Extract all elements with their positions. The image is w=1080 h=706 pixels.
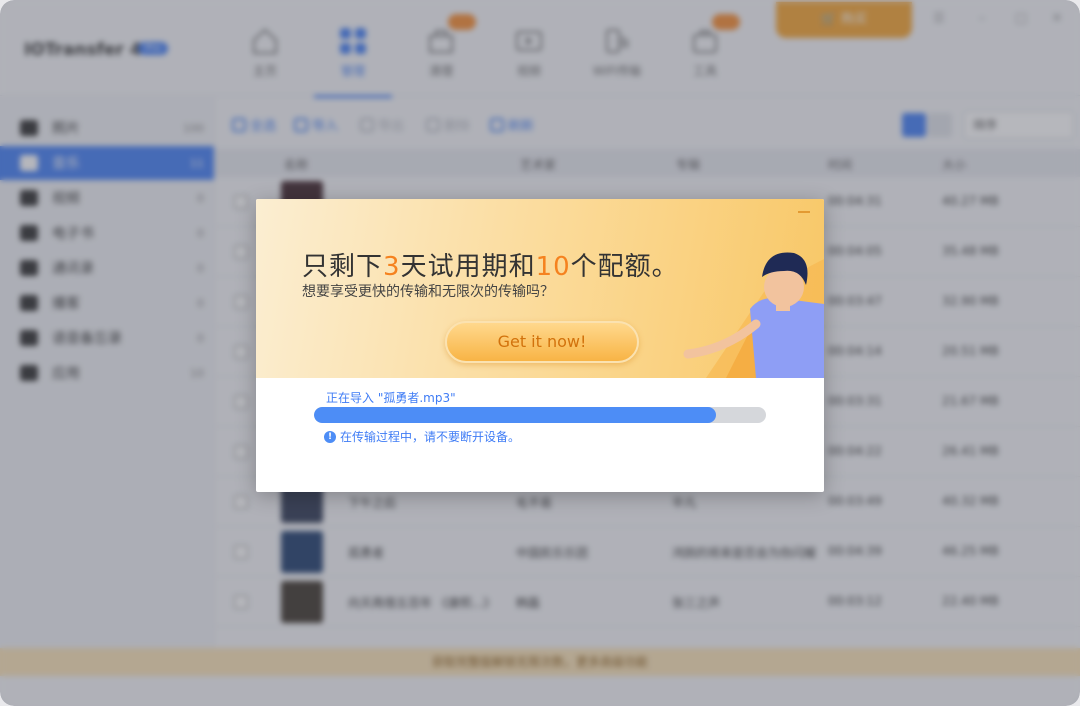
info-icon: ! [324,430,336,443]
get-it-now-button[interactable]: Get it now! [445,321,639,363]
promo-subtitle: 想要享受更快的传输和无限次的传输吗？ [302,284,554,300]
quota-count: 10 [535,252,571,282]
progress-bar [314,407,766,423]
promo-title: 只剩下3天试用期和10个配额。 [302,246,679,283]
promo-title-text: 天试用期和 [400,252,536,282]
transfer-dialog: 只剩下3天试用期和10个配额。 想要享受更快的传输和无限次的传输吗？ Get i… [256,199,824,492]
progress-fill [314,407,717,423]
minimize-icon[interactable] [798,211,810,213]
trial-days-count: 3 [383,252,401,282]
app-window: IOTransfer 4 Pro 主页 管理 清理 视频 WiFi传输 工具 🛒… [0,0,1080,706]
trial-promo-banner: 只剩下3天试用期和10个配额。 想要享受更快的传输和无限次的传输吗？ Get i… [256,199,824,378]
promo-title-text: 个配额。 [570,252,679,282]
warning-text: 在传输过程中，请不要断开设备。 [340,430,521,444]
progress-label: 正在导入 "孤勇者.mp3" [326,391,456,405]
warning-message: ! 在传输过程中，请不要断开设备。 [324,428,520,445]
promo-title-text: 只剩下 [302,252,384,282]
